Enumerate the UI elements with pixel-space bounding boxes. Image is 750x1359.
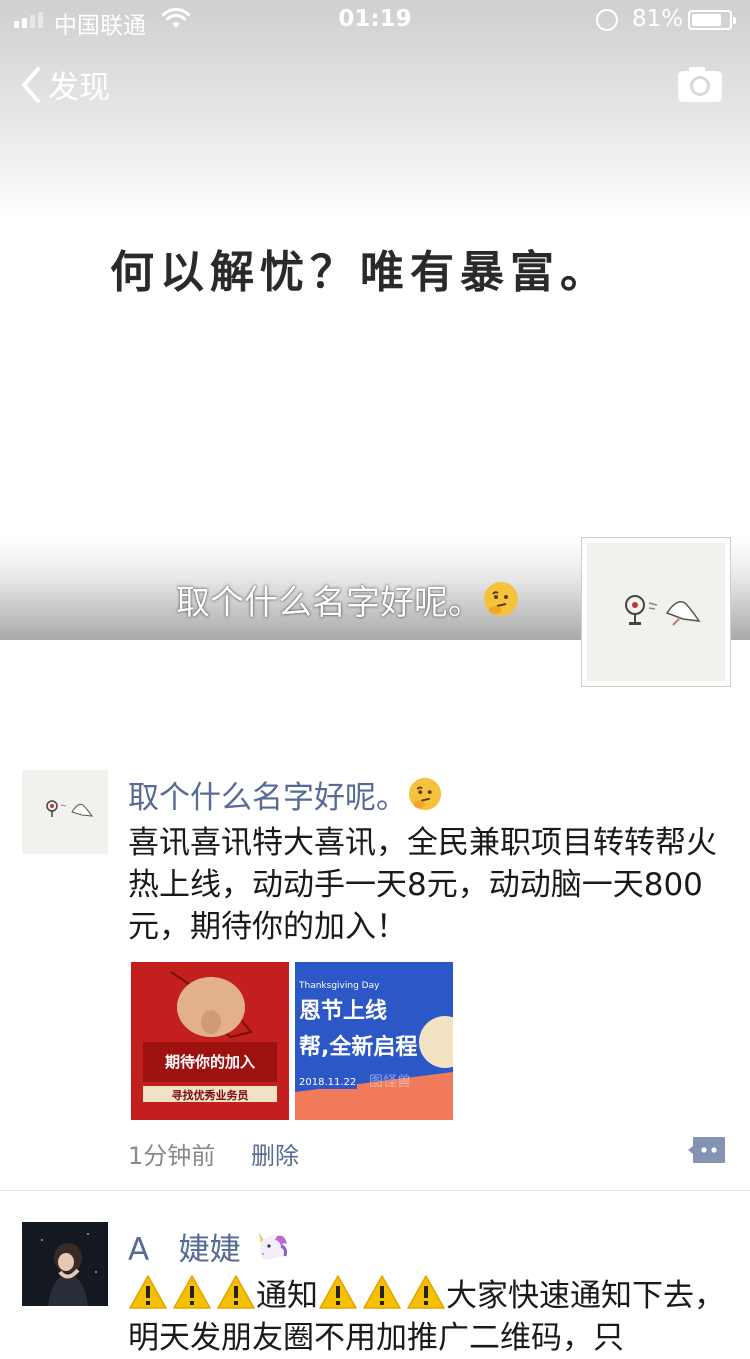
warning-icon [129, 1275, 167, 1309]
post-divider [0, 1190, 750, 1191]
warning-icon [217, 1275, 255, 1309]
status-bar: 中国联通 01:19 81% [0, 0, 750, 40]
fan-doodle-image [46, 800, 94, 817]
fan-doodle-image [625, 595, 701, 626]
warning-icon [319, 1275, 357, 1309]
thinking-face-icon [484, 582, 518, 616]
post-image-2[interactable]: Thanksgiving Day 恩节上线 帮,全新启程 2018.11.22 … [295, 962, 453, 1120]
moment-post: 取个什么名字好呢。 喜讯喜讯特大喜讯，全民兼职项目转转帮火热上线，动动手一天8元… [0, 770, 750, 1190]
profile-name[interactable]: 取个什么名字好呢。 [176, 575, 566, 624]
post-image-grid: 期待你的加入 寻找优秀业务员 Thanksgiving Day 恩节上线 帮,全… [131, 962, 461, 1120]
svg-text:帮,全新启程: 帮,全新启程 [299, 1034, 417, 1060]
cover-text: 何以解忧？唯有暴富。 [110, 247, 610, 298]
thinking-face-icon [408, 777, 442, 811]
unicorn-icon [258, 1232, 287, 1260]
thanksgiving-poster-image: Thanksgiving Day 恩节上线 帮,全新启程 2018.11.22 … [295, 962, 453, 1120]
post-time: 1分钟前 [128, 1142, 216, 1170]
warning-icon [363, 1275, 401, 1309]
couple-photo-image [22, 1222, 108, 1306]
post-image-1[interactable]: 期待你的加入 寻找优秀业务员 [131, 962, 289, 1120]
chevron-left-icon [22, 66, 40, 103]
delete-button[interactable]: 删除 [251, 1136, 299, 1171]
svg-text:恩节上线: 恩节上线 [299, 998, 387, 1024]
post-author-name[interactable]: A 婕婕 [128, 1224, 291, 1269]
warning-icon [173, 1275, 211, 1309]
svg-text:2018.11.22: 2018.11.22 [299, 1077, 356, 1088]
warning-icon [407, 1275, 445, 1309]
comment-more-icon[interactable] [688, 1136, 726, 1164]
pointing-hand-image: 期待你的加入 寻找优秀业务员 [131, 962, 289, 1120]
post-avatar[interactable] [22, 1222, 108, 1306]
post-text: 喜讯喜讯特大喜讯，全民兼职项目转转帮火热上线，动动手一天8元，动动脑一天800元… [128, 825, 717, 945]
profile-avatar[interactable] [581, 537, 731, 687]
battery-icon [688, 10, 736, 30]
svg-text:Thanksgiving Day: Thanksgiving Day [298, 981, 380, 991]
moment-post: A 婕婕 通知 大家快速通知下去，明天发朋友圈不用加推广二维码，只 [0, 1222, 750, 1356]
svg-text:图怪兽: 图怪兽 [369, 1074, 411, 1090]
back-label: 发现 [48, 70, 110, 106]
rotation-lock-icon [596, 9, 618, 31]
post-text: 通知 大家快速通知下去，明天发朋友圈不用加推广二维码，只 [128, 1274, 738, 1359]
svg-text:寻找优秀业务员: 寻找优秀业务员 [172, 1088, 249, 1102]
back-button[interactable]: 发现 [18, 62, 110, 107]
cover-area[interactable]: 中国联通 01:19 81% 发现 何以解忧？唯有暴富。 取个什么名字好呢。 [0, 0, 750, 687]
svg-text:期待你的加入: 期待你的加入 [165, 1053, 255, 1071]
post-author-name[interactable]: 取个什么名字好呢。 [128, 772, 443, 817]
camera-icon[interactable] [676, 64, 724, 104]
post-avatar[interactable] [22, 770, 108, 854]
battery-percent: 81% [632, 6, 684, 32]
